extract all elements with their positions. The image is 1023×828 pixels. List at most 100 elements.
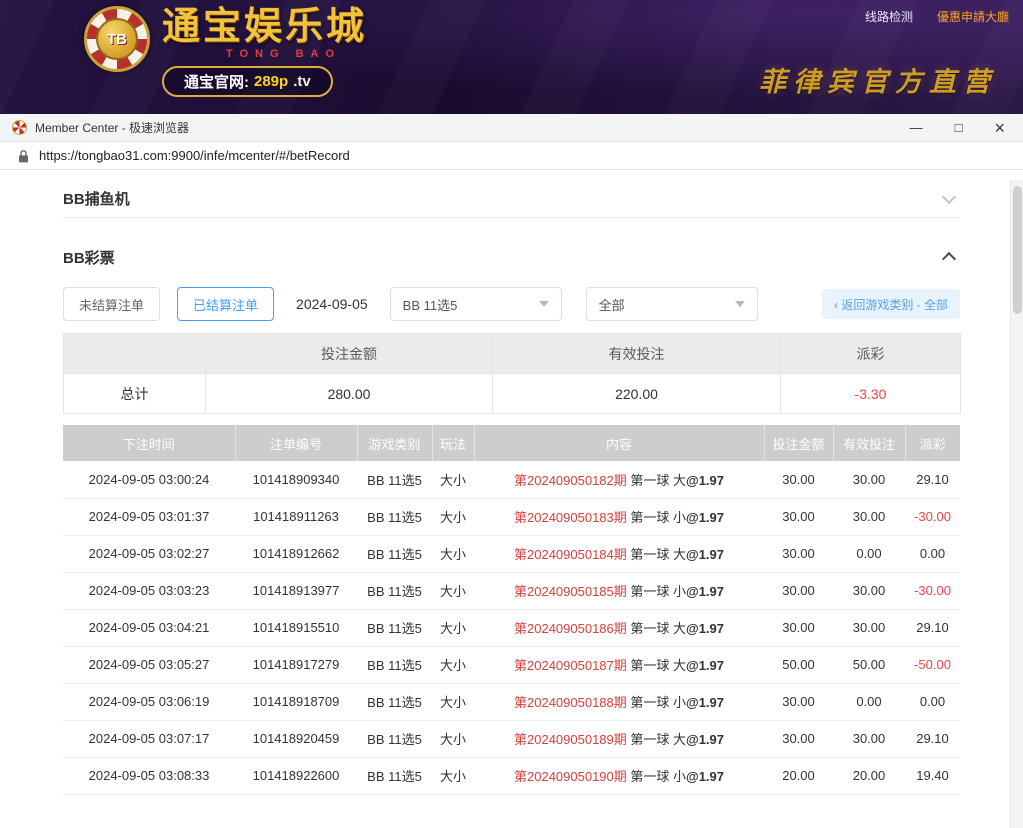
valid-bet-cell: 30.00 <box>833 720 905 757</box>
bet-odds: @1.97 <box>686 732 724 747</box>
bet-content-cell: 第202409050185期 第一球 小@1.97 <box>474 572 764 609</box>
bet-period: 第202409050185期 <box>514 584 627 599</box>
bet-pick: 第一球 大 <box>630 473 686 488</box>
bet-pick: 第一球 小 <box>630 695 686 710</box>
chevron-up-icon[interactable] <box>942 252 956 266</box>
bet-period: 第202409050189期 <box>514 732 627 747</box>
payout-cell: 29.10 <box>905 461 960 498</box>
unsettled-bets-button[interactable]: 未结算注单 <box>63 287 160 321</box>
site-logo-subtitle: TONG BAO <box>162 48 367 61</box>
bet-pick: 第一球 大 <box>630 732 686 747</box>
url-text[interactable]: https://tongbao31.com:9900/infe/mcenter/… <box>39 148 350 163</box>
summary-col-empty <box>64 334 206 374</box>
valid-bet-cell: 50.00 <box>833 646 905 683</box>
play-type-cell: 大小 <box>432 461 474 498</box>
window-title: Member Center - 极速浏览器 <box>35 119 910 136</box>
bet-id-cell: 101418917279 <box>235 646 357 683</box>
bet-period: 第202409050182期 <box>514 473 627 488</box>
valid-bet-cell: 30.00 <box>833 498 905 535</box>
bet-amount-cell: 30.00 <box>764 535 833 572</box>
date-picker[interactable]: 2024-09-05 <box>296 296 368 312</box>
close-button[interactable]: × <box>994 119 1005 137</box>
bet-content-cell: 第202409050186期 第一球 大@1.97 <box>474 609 764 646</box>
bet-content-cell: 第202409050182期 第一球 大@1.97 <box>474 461 764 498</box>
bet-id-cell: 101418922600 <box>235 757 357 794</box>
col-header-play: 玩法 <box>432 425 474 461</box>
total-bet-amount: 280.00 <box>206 374 493 414</box>
promo-hall-link[interactable]: 優惠申請大廳 <box>937 8 1009 25</box>
bet-amount-cell: 30.00 <box>764 461 833 498</box>
table-row: 2024-09-05 03:04:21 101418915510 BB 11选5… <box>63 609 960 646</box>
scrollbar-thumb[interactable] <box>1013 186 1022 314</box>
settled-bets-button[interactable]: 已结算注单 <box>177 287 274 321</box>
bet-pick: 第一球 小 <box>630 584 686 599</box>
game-select[interactable]: BB 11选5 <box>390 287 562 321</box>
minimize-button[interactable]: — <box>910 121 923 134</box>
window-controls: — □ × <box>910 119 1023 137</box>
casino-chip-icon: TB <box>84 6 150 72</box>
bet-pick: 第一球 大 <box>630 658 686 673</box>
bet-time-cell: 2024-09-05 03:06:19 <box>63 683 235 720</box>
official-site-badge[interactable]: 通宝官网: 289p.tv <box>162 66 333 97</box>
summary-table: 投注金额 有效投注 派彩 总计 280.00 220.00 -3.30 <box>63 333 961 414</box>
game-type-cell: BB 11选5 <box>357 646 432 683</box>
valid-bet-cell: 20.00 <box>833 757 905 794</box>
banner-links: 线路检测 優惠申請大廳 <box>865 8 1009 25</box>
bet-time-cell: 2024-09-05 03:05:27 <box>63 646 235 683</box>
game-type-cell: BB 11选5 <box>357 498 432 535</box>
screen: TB 通宝娱乐城 TONG BAO 通宝官网: 289p.tv 线路检测 優惠申… <box>0 0 1023 828</box>
bet-table-body: 2024-09-05 03:00:24 101418909340 BB 11选5… <box>63 461 960 794</box>
bet-odds: @1.97 <box>686 769 724 784</box>
col-header-time: 下注时间 <box>63 425 235 461</box>
bet-time-cell: 2024-09-05 03:08:33 <box>63 757 235 794</box>
play-type-cell: 大小 <box>432 757 474 794</box>
back-to-category-link[interactable]: ‹ 返回游戏类别 - 全部 <box>822 289 960 319</box>
section-lottery[interactable]: BB彩票 <box>63 238 960 276</box>
maximize-button[interactable]: □ <box>955 121 963 134</box>
bet-period: 第202409050187期 <box>514 658 627 673</box>
bet-odds: @1.97 <box>686 473 724 488</box>
play-type-cell: 大小 <box>432 572 474 609</box>
valid-bet-cell: 0.00 <box>833 535 905 572</box>
game-type-cell: BB 11选5 <box>357 535 432 572</box>
game-select-value: BB 11选5 <box>403 295 458 314</box>
section-fishing[interactable]: BB捕鱼机 <box>63 180 960 218</box>
bet-content-cell: 第202409050184期 第一球 大@1.97 <box>474 535 764 572</box>
chevron-down-icon[interactable] <box>942 189 956 203</box>
address-bar[interactable]: https://tongbao31.com:9900/infe/mcenter/… <box>0 142 1023 170</box>
play-type-cell: 大小 <box>432 646 474 683</box>
summary-col-valid-bet: 有效投注 <box>493 334 781 374</box>
bet-odds: @1.97 <box>686 695 724 710</box>
payout-cell: 29.10 <box>905 720 960 757</box>
site-banner: TB 通宝娱乐城 TONG BAO 通宝官网: 289p.tv 线路检测 優惠申… <box>0 0 1023 114</box>
game-type-cell: BB 11选5 <box>357 461 432 498</box>
bet-time-cell: 2024-09-05 03:07:17 <box>63 720 235 757</box>
site-logo-title: 通宝娱乐城 <box>162 6 367 48</box>
valid-bet-cell: 30.00 <box>833 572 905 609</box>
table-row: 2024-09-05 03:00:24 101418909340 BB 11选5… <box>63 461 960 498</box>
play-type-cell: 大小 <box>432 498 474 535</box>
bet-time-cell: 2024-09-05 03:03:23 <box>63 572 235 609</box>
bet-id-cell: 101418911263 <box>235 498 357 535</box>
line-check-link[interactable]: 线路检测 <box>865 8 913 25</box>
bet-odds: @1.97 <box>686 510 724 525</box>
lock-icon <box>18 149 29 163</box>
col-header-content: 内容 <box>474 425 764 461</box>
scope-select[interactable]: 全部 <box>586 287 758 321</box>
summary-col-bet-amount: 投注金额 <box>206 334 493 374</box>
bet-content-cell: 第202409050183期 第一球 小@1.97 <box>474 498 764 535</box>
scrollbar-track[interactable] <box>1010 180 1023 828</box>
summary-header-row: 投注金额 有效投注 派彩 <box>64 334 961 374</box>
caret-down-icon <box>735 301 745 307</box>
official-number: 289p <box>254 73 288 90</box>
bet-id-cell: 101418912662 <box>235 535 357 572</box>
total-label: 总计 <box>64 374 206 414</box>
caret-down-icon <box>539 301 549 307</box>
table-header-row: 下注时间 注单编号 游戏类别 玩法 内容 投注金额 有效投注 派彩 <box>63 425 960 461</box>
payout-cell: 29.10 <box>905 609 960 646</box>
bet-time-cell: 2024-09-05 03:00:24 <box>63 461 235 498</box>
bet-content-cell: 第202409050190期 第一球 小@1.97 <box>474 757 764 794</box>
bet-odds: @1.97 <box>686 658 724 673</box>
bet-pick: 第一球 大 <box>630 547 686 562</box>
bet-id-cell: 101418909340 <box>235 461 357 498</box>
